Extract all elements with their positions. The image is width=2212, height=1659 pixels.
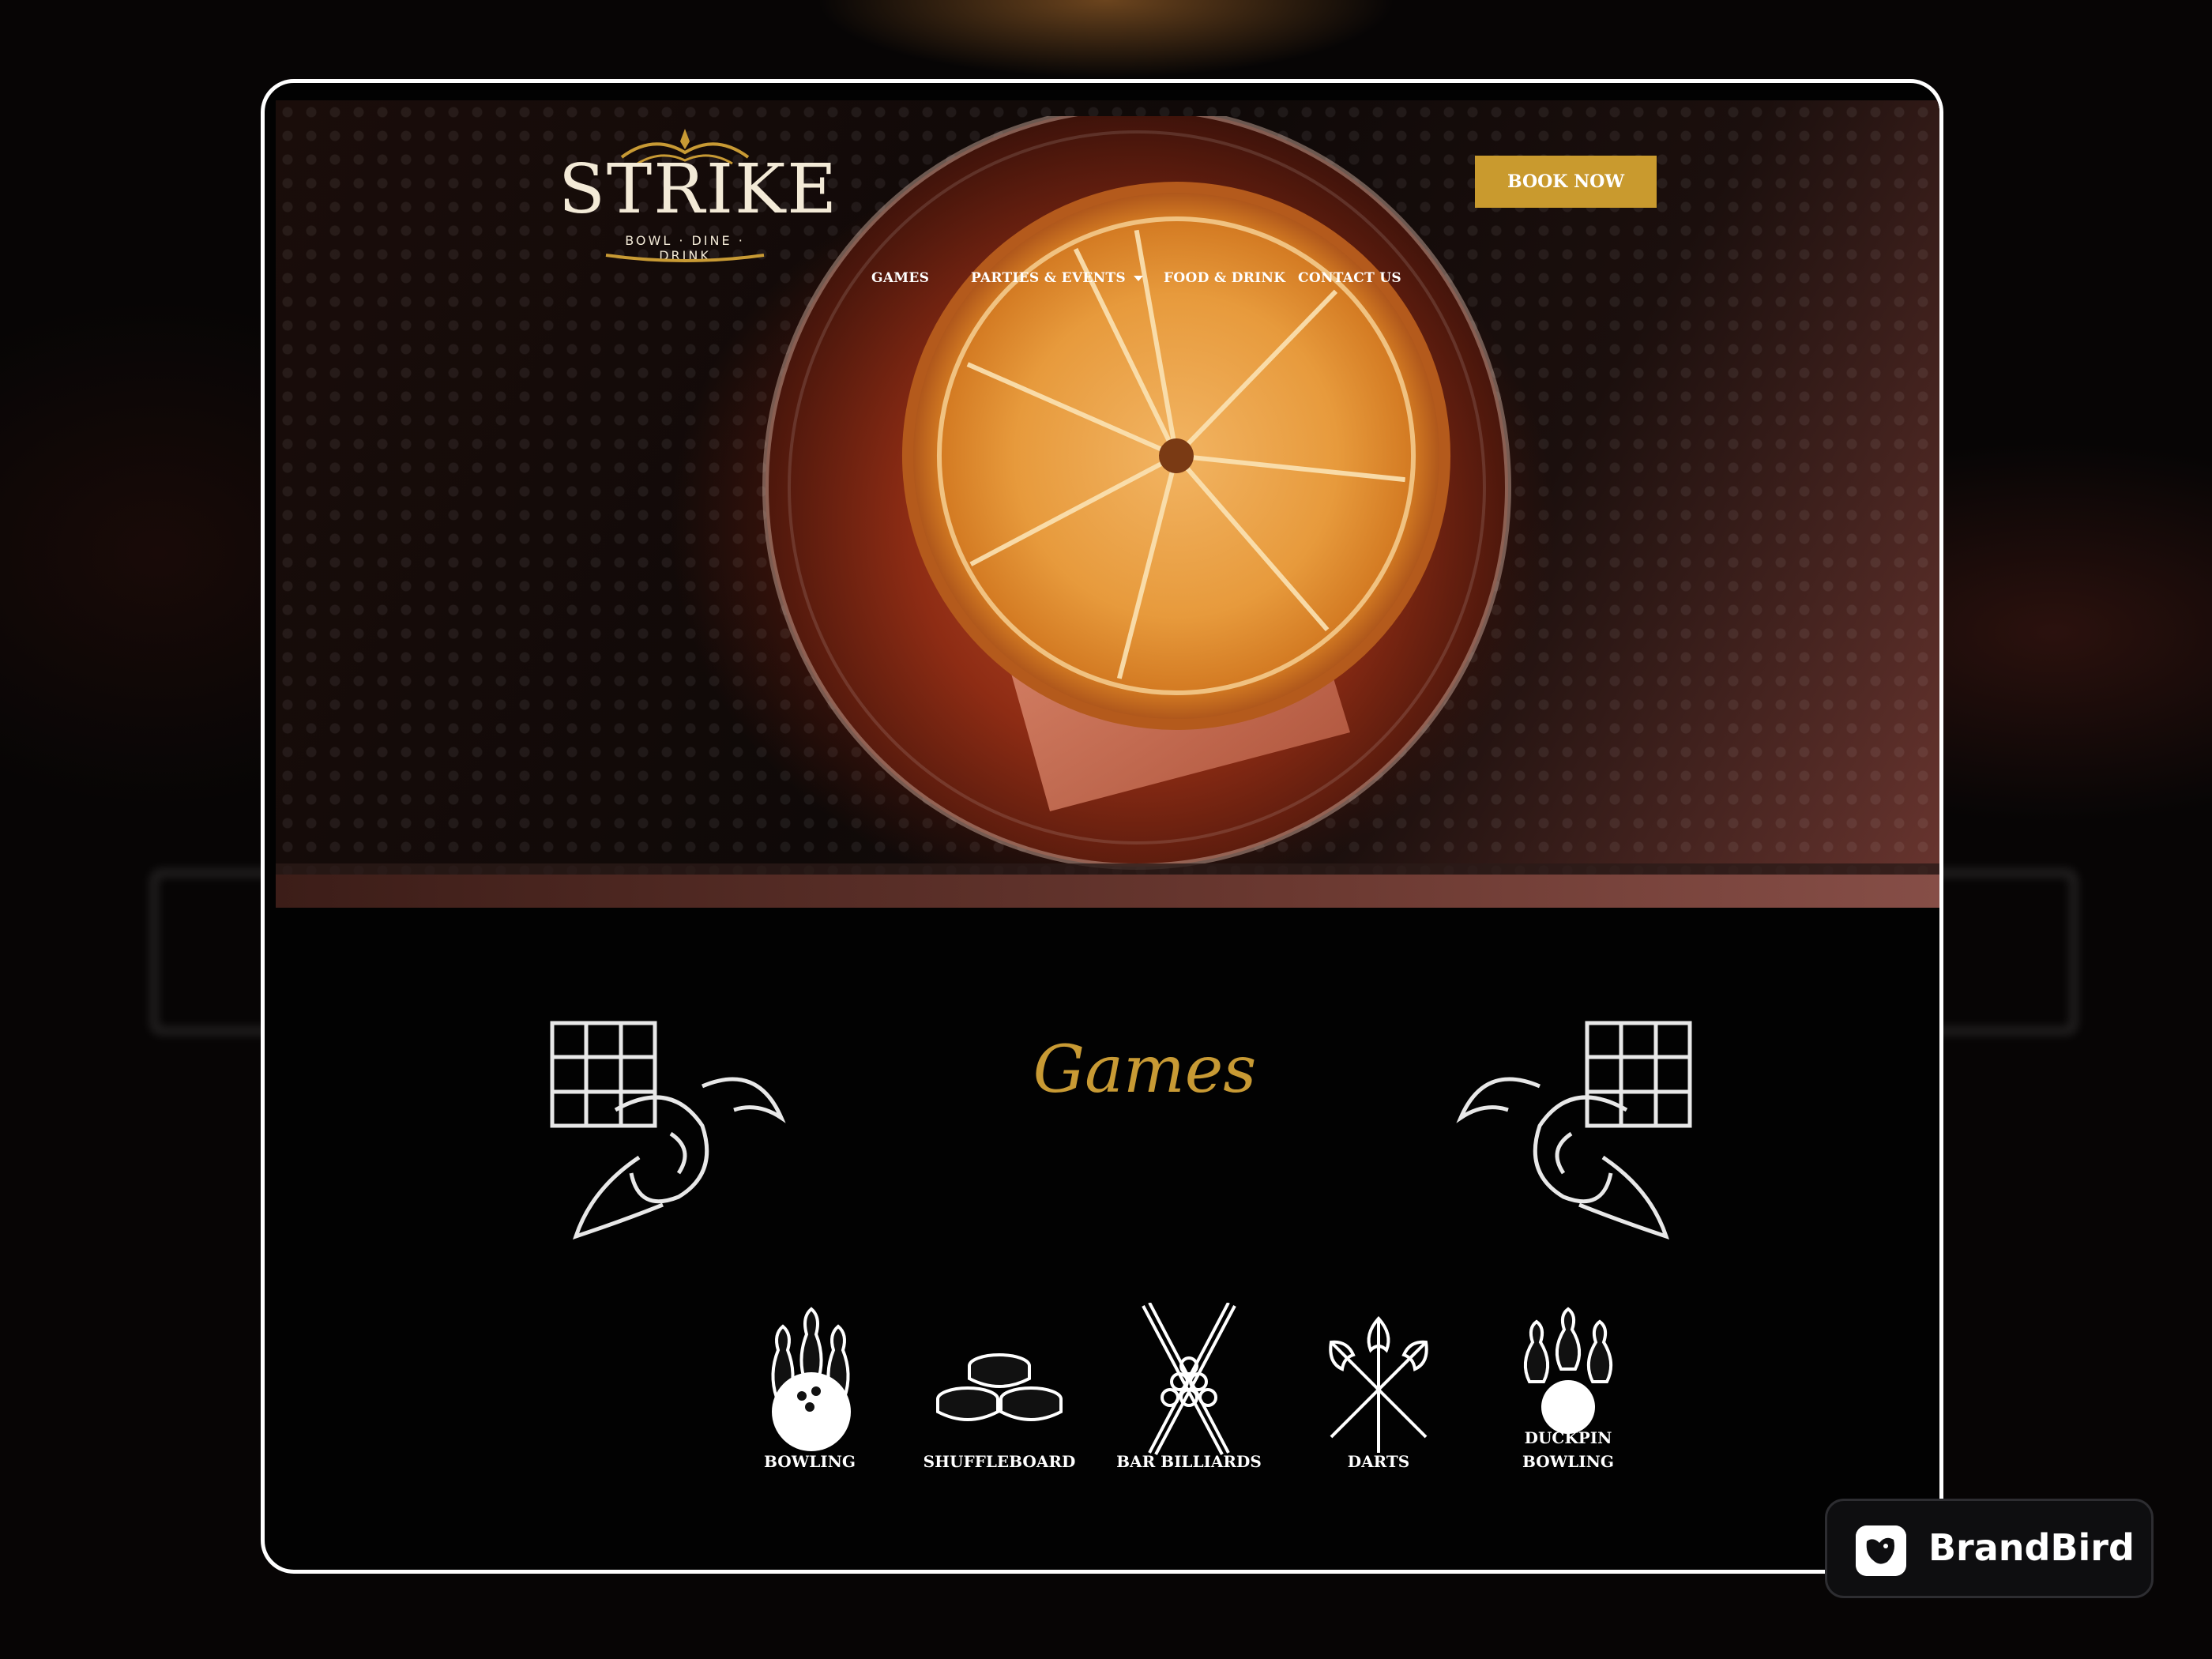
nav-parties-events-label: PARTIES & EVENTS — [971, 270, 1126, 286]
hero-bottom-strip — [276, 875, 1939, 908]
nav-food-drink-label: FOOD & DRINK — [1164, 270, 1286, 286]
nav-parties-events[interactable]: PARTIES & EVENTS — [971, 270, 1143, 286]
brandbird-label: BrandBird — [1928, 1526, 2135, 1569]
nav-food-drink[interactable]: FOOD & DRINK — [1164, 270, 1285, 286]
hero-image: STRIKE BOWL · DINE · DRINK GAMES PARTIES… — [276, 100, 1939, 908]
nav-contact-us[interactable]: CONTACT US — [1298, 270, 1401, 286]
website: STRIKE BOWL · DINE · DRINK GAMES PARTIES… — [276, 100, 1939, 1563]
shuffleboard-icon — [936, 1353, 1063, 1421]
logo-wordmark: STRIKE — [559, 150, 839, 229]
game-darts-label: DARTS — [1347, 1452, 1410, 1471]
ornament-left-icon — [550, 1021, 786, 1240]
nav-contact-us-label: CONTACT US — [1298, 270, 1401, 286]
book-now-button[interactable]: BOOK NOW — [1475, 156, 1657, 208]
game-duckpin-bowling-label: DUCKPIN BOWLING — [1481, 1426, 1655, 1473]
games-section-title: Games — [1033, 1033, 1257, 1108]
ornament-right-icon — [1456, 1021, 1692, 1240]
logo-underline-icon — [605, 254, 765, 262]
game-shuffleboard-label: SHUFFLEBOARD — [923, 1452, 1076, 1471]
duckpin-label-line2: BOWLING — [1522, 1452, 1614, 1471]
browser-frame: STRIKE BOWL · DINE · DRINK GAMES PARTIES… — [261, 79, 1943, 1574]
duckpin-label-line1: DUCKPIN — [1524, 1428, 1612, 1447]
brandbird-badge[interactable]: BrandBird — [1825, 1499, 2154, 1598]
game-duckpin-bowling[interactable]: DUCKPIN BOWLING — [1481, 1303, 1655, 1477]
game-darts[interactable]: DARTS — [1292, 1303, 1465, 1477]
game-bar-billiards[interactable]: BAR BILLIARDS — [1102, 1303, 1276, 1477]
game-bowling-label: BOWLING — [764, 1452, 856, 1471]
cocktail-glass-illustration — [762, 116, 1511, 870]
chevron-down-icon — [1133, 276, 1143, 281]
darts-icon — [1329, 1316, 1428, 1453]
game-bar-billiards-label: BAR BILLIARDS — [1116, 1452, 1262, 1471]
strike-logo[interactable]: STRIKE BOWL · DINE · DRINK — [559, 126, 839, 263]
brandbird-logo-icon — [1856, 1525, 1906, 1576]
game-shuffleboard[interactable]: SHUFFLEBOARD — [912, 1303, 1086, 1477]
nav-games-label: GAMES — [871, 270, 930, 286]
bar-billiards-icon — [1142, 1303, 1236, 1455]
bowling-icon — [771, 1307, 851, 1451]
game-bowling[interactable]: BOWLING — [723, 1303, 897, 1477]
nav-games[interactable]: GAMES — [871, 270, 929, 286]
